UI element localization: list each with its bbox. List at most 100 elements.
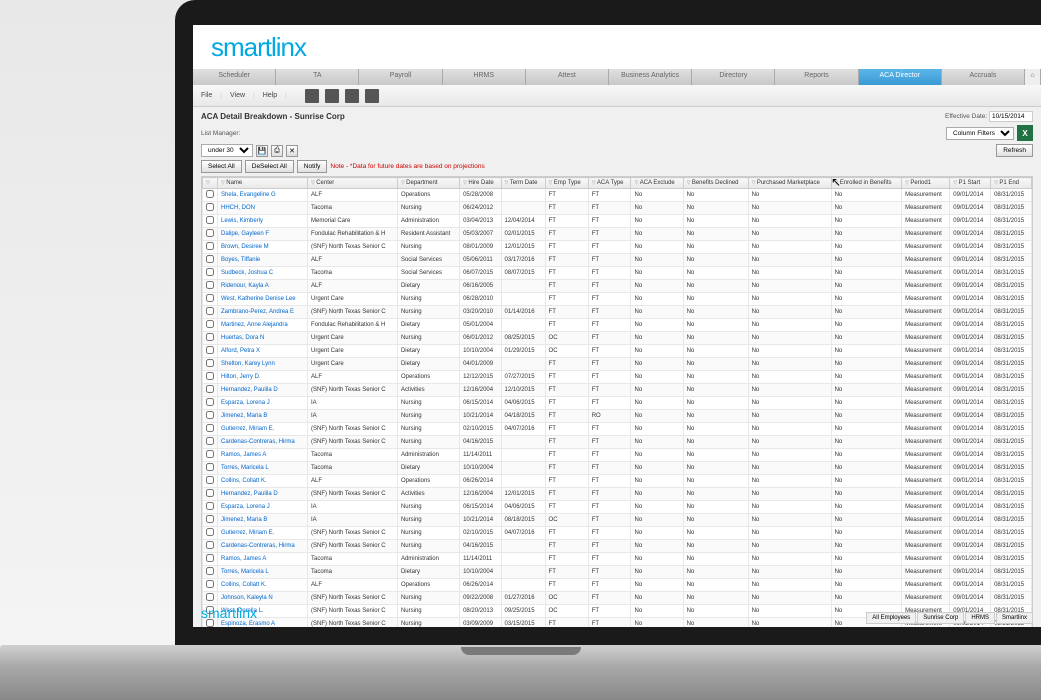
row-checkbox[interactable] [206,242,214,250]
notify-button[interactable]: Notify [297,160,328,173]
refresh-button[interactable]: Refresh [996,144,1033,157]
cell[interactable]: Dalipe, Gayleen F [218,228,308,241]
row-checkbox[interactable] [206,281,214,289]
users-icon[interactable] [325,89,339,103]
cell[interactable]: Jimenez, Maria B [218,410,308,423]
col-header[interactable]: Period1 [902,178,950,189]
row-checkbox[interactable] [206,229,214,237]
table-row[interactable]: Shelton, Karey LynnUrgent CareDietary04/… [203,358,1032,371]
table-row[interactable]: Jimenez, Maria BIANursing10/21/201404/18… [203,410,1032,423]
row-checkbox[interactable] [206,515,214,523]
cell[interactable]: Gutierrez, Miriam E. [218,423,308,436]
col-header[interactable]: Department [397,178,459,189]
row-checkbox[interactable] [206,255,214,263]
list-manager-select[interactable]: under 30 [201,144,253,157]
col-header[interactable]: Term Date [501,178,545,189]
cell[interactable]: Collins, Collatt K. [218,475,308,488]
col-header[interactable]: Emp Type [545,178,588,189]
table-row[interactable]: Johnson, Kaleyla N(SNF) North Texas Seni… [203,592,1032,605]
row-checkbox[interactable] [206,463,214,471]
col-header[interactable]: Name [218,178,308,189]
row-checkbox[interactable] [206,294,214,302]
row-checkbox[interactable] [206,333,214,341]
row-checkbox[interactable] [206,424,214,432]
table-row[interactable]: Jimenez, Maria BIANursing10/21/201408/18… [203,514,1032,527]
cell[interactable]: Gutierrez, Miriam E. [218,527,308,540]
row-checkbox[interactable] [206,489,214,497]
data-grid[interactable]: NameCenterDepartmentHire DateTerm DateEm… [201,176,1033,627]
column-filters-select[interactable]: Column Filters [946,127,1014,140]
cell[interactable]: HHCH, DON [218,202,308,215]
cell[interactable]: Lewis, Kimberly [218,215,308,228]
row-checkbox[interactable] [206,190,214,198]
col-header[interactable]: Enrolled in Benefits [831,178,902,189]
cell[interactable]: West, Katherine Denise Lee [218,293,308,306]
cell[interactable]: Esparza, Lorena J [218,501,308,514]
cell[interactable]: Johnson, Kaleyla N [218,592,308,605]
col-header[interactable]: Hire Date [460,178,501,189]
row-checkbox[interactable] [206,307,214,315]
cell[interactable]: Zambrano-Perez, Andrea E [218,306,308,319]
cell[interactable]: Hilton, Jerry D. [218,371,308,384]
row-checkbox[interactable] [206,203,214,211]
row-checkbox[interactable] [206,437,214,445]
table-row[interactable]: HHCH, DONTacomaNursing06/24/2012FTFTNoNo… [203,202,1032,215]
select-all-button[interactable]: Select All [201,160,242,173]
cell[interactable]: Ridenour, Kayla A [218,280,308,293]
cell[interactable]: Collins, Collatt K. [218,579,308,592]
cell[interactable]: Torres, Maricela L [218,566,308,579]
nav-tab-hrms[interactable]: HRMS [443,69,526,85]
table-row[interactable]: Esparza, Lorena JIANursing06/15/201404/0… [203,501,1032,514]
table-row[interactable]: West, Katherine Denise LeeUrgent CareNur… [203,293,1032,306]
cell[interactable]: Hernandez, Paulila D [218,384,308,397]
table-row[interactable]: Collins, Collatt K.ALFOperations06/26/20… [203,579,1032,592]
table-row[interactable]: Collins, Collatt K.ALFOperations06/26/20… [203,475,1032,488]
col-header[interactable]: ACA Exclude [631,178,683,189]
row-checkbox[interactable] [206,528,214,536]
row-checkbox[interactable] [206,359,214,367]
nav-tab-payroll[interactable]: Payroll [359,69,442,85]
nav-tab-directory[interactable]: Directory [692,69,775,85]
table-row[interactable]: Gutierrez, Miriam E.(SNF) North Texas Se… [203,527,1032,540]
cell[interactable]: Cardenas-Contreras, Hirma [218,436,308,449]
table-row[interactable]: Torres, Maricela LTacomaDietary10/10/200… [203,462,1032,475]
cell[interactable]: Huertas, Dora N [218,332,308,345]
cell[interactable]: Hernandez, Paulila D [218,488,308,501]
row-checkbox[interactable] [206,411,214,419]
col-header[interactable]: P1 Start [950,178,991,189]
cell[interactable]: Esparza, Lorena J [218,397,308,410]
table-row[interactable]: Torres, Maricela LTacomaDietary10/10/200… [203,566,1032,579]
footer-tab[interactable]: Sunrise Corp [917,612,964,624]
table-row[interactable]: Boyes, TiffanieALFSocial Services05/06/2… [203,254,1032,267]
menu-file[interactable]: File [201,92,212,99]
col-header[interactable]: Benefits Declined [683,178,748,189]
delete-icon[interactable]: ✕ [286,145,298,157]
cell[interactable]: Jimenez, Maria B [218,514,308,527]
row-checkbox[interactable] [206,346,214,354]
table-row[interactable]: Martinez, Anne AlejandraFondulac Rehabil… [203,319,1032,332]
nav-tab-accruals[interactable]: Accruals [942,69,1025,85]
row-checkbox[interactable] [206,502,214,510]
cell[interactable]: Cardenas-Contreras, Hirma [218,540,308,553]
table-row[interactable]: Alford, Petra XUrgent CareDietary10/10/2… [203,345,1032,358]
col-header[interactable]: Center [307,178,397,189]
cell[interactable]: Alford, Petra X [218,345,308,358]
building-icon[interactable] [365,89,379,103]
row-checkbox[interactable] [206,541,214,549]
table-row[interactable]: Ramos, James ATacomaAdministration11/14/… [203,553,1032,566]
row-checkbox[interactable] [206,476,214,484]
cell[interactable]: Ramos, James A [218,553,308,566]
col-header[interactable]: Purchased Marketplace [748,178,831,189]
footer-tab[interactable]: Smartlinx [996,612,1033,624]
table-row[interactable]: Gutierrez, Miriam E.(SNF) North Texas Se… [203,423,1032,436]
row-checkbox[interactable] [206,268,214,276]
table-row[interactable]: Zambrano-Perez, Andrea E(SNF) North Texa… [203,306,1032,319]
nav-tab-scheduler[interactable]: Scheduler [193,69,276,85]
home-tab-icon[interactable]: ⌂ [1025,69,1041,85]
table-row[interactable]: Hernandez, Paulila D(SNF) North Texas Se… [203,488,1032,501]
col-header[interactable]: ACA Type [588,178,631,189]
print-icon[interactable]: ⎙ [271,145,283,157]
table-row[interactable]: Sudbeck, Joshua CTacomaSocial Services06… [203,267,1032,280]
row-checkbox[interactable] [206,320,214,328]
table-row[interactable]: Hilton, Jerry D.ALFOperations12/12/20150… [203,371,1032,384]
